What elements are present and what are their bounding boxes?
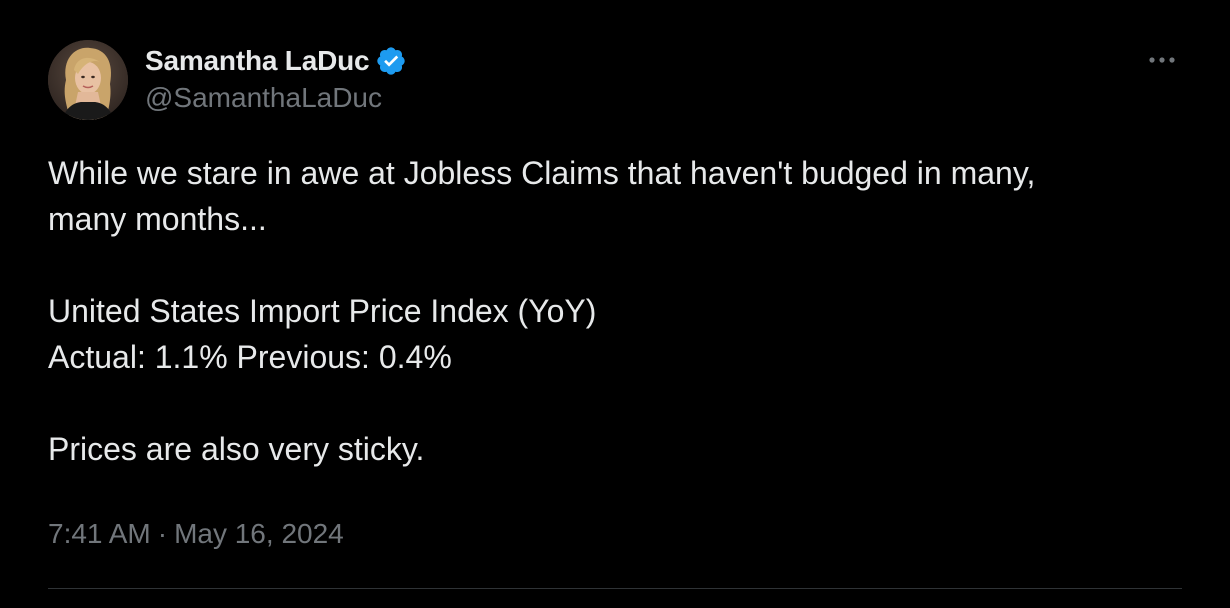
more-horizontal-icon [1149,57,1175,63]
tweet-line: Prices are also very sticky. [48,431,425,467]
tweet-line: While we stare in awe at Jobless Claims … [48,155,1036,191]
avatar-portrait-icon [48,40,128,120]
more-options-button[interactable] [1142,46,1182,74]
verified-badge-icon[interactable] [375,45,407,77]
tweet-card: Samantha LaDuc @SamanthaLaDuc While we s… [0,0,1230,608]
tweet-line: Actual: 1.1% Previous: 0.4% [48,339,452,375]
author-avatar[interactable] [48,40,128,120]
author-display-name[interactable]: Samantha LaDuc [145,45,370,77]
tweet-line: United States Import Price Index (YoY) [48,293,597,329]
tweet-time[interactable]: 7:41 AM [48,518,151,550]
tweet-text: While we stare in awe at Jobless Claims … [48,150,1188,472]
divider [48,588,1182,589]
meta-separator: · [157,518,168,549]
author-name-row: Samantha LaDuc [145,42,407,80]
tweet-timestamp[interactable]: 7:41 AM · May 16, 2024 [48,518,344,550]
tweet-line: many months... [48,201,267,237]
author-handle[interactable]: @SamanthaLaDuc [145,82,382,114]
tweet-date[interactable]: May 16, 2024 [174,518,344,550]
